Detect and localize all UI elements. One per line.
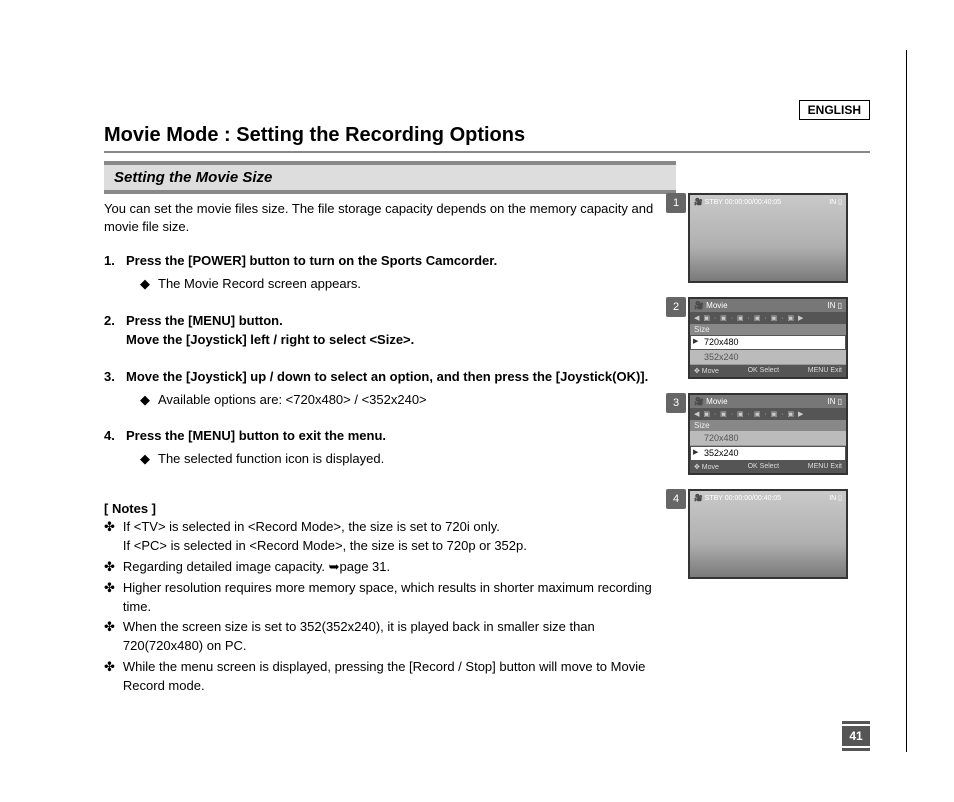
- screen-2-sizelabel: Size: [690, 324, 846, 335]
- section-subhead: Setting the Movie Size: [104, 161, 676, 194]
- text-column: Setting the Movie Size You can set the m…: [104, 161, 676, 698]
- step-1-main: Press the [POWER] button to turn on the …: [126, 252, 676, 271]
- screen-3-foot-move: ✥ Move: [694, 463, 719, 471]
- screen-2-header: 🎥 Movie IN ▯: [690, 299, 846, 312]
- note-2: ✤ Regarding detailed image capacity. ➥pa…: [104, 558, 676, 577]
- step-1-sub-text: The Movie Record screen appears.: [158, 275, 361, 294]
- steps-list: Press the [POWER] button to turn on the …: [104, 252, 676, 469]
- figure-4: 4 🎥 STBY 00:00:00/00:40:05 IN ▯: [688, 489, 870, 579]
- screen-1: 🎥 STBY 00:00:00/00:40:05 IN ▯: [688, 193, 848, 283]
- screen-4-storage: IN ▯: [829, 494, 842, 502]
- page-title: Movie Mode : Setting the Recording Optio…: [104, 124, 870, 147]
- screen-1-status: 🎥 STBY 00:00:00/00:40:05: [694, 198, 781, 206]
- note-3-text: Higher resolution requires more memory s…: [123, 579, 676, 617]
- screen-3-opt-352: 352x240: [690, 446, 846, 461]
- maltese-icon: ✤: [104, 658, 115, 696]
- page-edge: [906, 50, 907, 752]
- figure-2-tab: 2: [666, 297, 686, 317]
- page-number: 41: [842, 726, 870, 746]
- screen-3-header: 🎥 Movie IN ▯: [690, 395, 846, 408]
- screen-1-photo: 🎥 STBY 00:00:00/00:40:05 IN ▯: [690, 195, 846, 281]
- diamond-icon: ◆: [140, 450, 150, 469]
- note-5: ✤ While the menu screen is displayed, pr…: [104, 658, 676, 696]
- step-3-sub-text: Available options are: <720x480> / <352x…: [158, 391, 427, 410]
- screen-3-foot-exit: MENU Exit: [808, 463, 842, 471]
- screen-2-foot-exit: MENU Exit: [808, 367, 842, 375]
- note-3: ✤ Higher resolution requires more memory…: [104, 579, 676, 617]
- screen-3-opt-720: 720x480: [690, 431, 846, 446]
- note-4-text: When the screen size is set to 352(352x2…: [123, 618, 676, 656]
- screen-2-mode: 🎥 Movie: [694, 301, 728, 310]
- screen-3-footer: ✥ Move OK Select MENU Exit: [690, 461, 846, 473]
- screen-2-foot-select: OK Select: [748, 367, 780, 375]
- note-4: ✤ When the screen size is set to 352(352…: [104, 618, 676, 656]
- language-badge: ENGLISH: [799, 100, 870, 120]
- step-1: Press the [POWER] button to turn on the …: [104, 252, 676, 294]
- step-3-main: Move the [Joystick] up / down to select …: [126, 368, 676, 387]
- step-2-line1: Press the [MENU] button.: [126, 312, 676, 331]
- figure-column: 1 🎥 STBY 00:00:00/00:40:05 IN ▯ 2 🎥 Movi…: [688, 161, 870, 698]
- note-1b: If <PC> is selected in <Record Mode>, th…: [123, 538, 527, 553]
- diamond-icon: ◆: [140, 275, 150, 294]
- screen-2: 🎥 Movie IN ▯ ◀ ▣ · ▣ · ▣ · ▣ · ▣ · ▣ ▶ S…: [688, 297, 848, 379]
- figure-1-tab: 1: [666, 193, 686, 213]
- screen-4: 🎥 STBY 00:00:00/00:40:05 IN ▯: [688, 489, 848, 579]
- figure-4-tab: 4: [666, 489, 686, 509]
- screen-3-sizelabel: Size: [690, 420, 846, 431]
- step-4-sub-text: The selected function icon is displayed.: [158, 450, 384, 469]
- screen-3-storage: IN ▯: [827, 397, 842, 406]
- screen-2-foot-move: ✥ Move: [694, 367, 719, 375]
- step-4-sub: ◆ The selected function icon is displaye…: [126, 450, 676, 469]
- screen-4-status: 🎥 STBY 00:00:00/00:40:05: [694, 494, 781, 502]
- maltese-icon: ✤: [104, 558, 115, 577]
- content-row: Setting the Movie Size You can set the m…: [104, 161, 870, 698]
- screen-2-opt-352: 352x240: [690, 350, 846, 365]
- step-1-sub: ◆ The Movie Record screen appears.: [126, 275, 676, 294]
- step-4: Press the [MENU] button to exit the menu…: [104, 427, 676, 469]
- screen-3-iconrow: ◀ ▣ · ▣ · ▣ · ▣ · ▣ · ▣ ▶: [690, 408, 846, 420]
- screen-2-opt-720: 720x480: [690, 335, 846, 350]
- figure-3: 3 🎥 Movie IN ▯ ◀ ▣ · ▣ · ▣ · ▣ · ▣ · ▣ ▶…: [688, 393, 870, 475]
- note-1: ✤ If <TV> is selected in <Record Mode>, …: [104, 518, 676, 556]
- note-1a: If <TV> is selected in <Record Mode>, th…: [123, 519, 500, 534]
- screen-3-mode: 🎥 Movie: [694, 397, 728, 406]
- screen-3: 🎥 Movie IN ▯ ◀ ▣ · ▣ · ▣ · ▣ · ▣ · ▣ ▶ S…: [688, 393, 848, 475]
- maltese-icon: ✤: [104, 518, 115, 556]
- maltese-icon: ✤: [104, 618, 115, 656]
- screen-3-foot-select: OK Select: [748, 463, 780, 471]
- notes-list: ✤ If <TV> is selected in <Record Mode>, …: [104, 518, 676, 696]
- maltese-icon: ✤: [104, 579, 115, 617]
- screen-2-footer: ✥ Move OK Select MENU Exit: [690, 365, 846, 377]
- screen-4-photo: 🎥 STBY 00:00:00/00:40:05 IN ▯: [690, 491, 846, 577]
- screen-2-iconrow: ◀ ▣ · ▣ · ▣ · ▣ · ▣ · ▣ ▶: [690, 312, 846, 324]
- screen-4-overlay: 🎥 STBY 00:00:00/00:40:05 IN ▯: [694, 494, 842, 502]
- page-frame: ENGLISH Movie Mode : Setting the Recordi…: [48, 50, 906, 752]
- note-5-text: While the menu screen is displayed, pres…: [123, 658, 676, 696]
- screen-1-overlay: 🎥 STBY 00:00:00/00:40:05 IN ▯: [694, 198, 842, 206]
- figure-3-tab: 3: [666, 393, 686, 413]
- title-underline: [104, 151, 870, 153]
- step-3-sub: ◆ Available options are: <720x480> / <35…: [126, 391, 676, 410]
- screen-1-storage: IN ▯: [829, 198, 842, 206]
- figure-1: 1 🎥 STBY 00:00:00/00:40:05 IN ▯: [688, 193, 870, 283]
- screen-2-storage: IN ▯: [827, 301, 842, 310]
- note-2-text: Regarding detailed image capacity. ➥page…: [123, 558, 390, 577]
- step-3: Move the [Joystick] up / down to select …: [104, 368, 676, 410]
- intro-text: You can set the movie files size. The fi…: [104, 200, 676, 236]
- step-2-line2: Move the [Joystick] left / right to sele…: [126, 331, 676, 350]
- note-1-text: If <TV> is selected in <Record Mode>, th…: [123, 518, 527, 556]
- step-2: Press the [MENU] button. Move the [Joyst…: [104, 312, 676, 350]
- notes-heading: [ Notes ]: [104, 501, 676, 516]
- step-4-main: Press the [MENU] button to exit the menu…: [126, 427, 676, 446]
- figure-2: 2 🎥 Movie IN ▯ ◀ ▣ · ▣ · ▣ · ▣ · ▣ · ▣ ▶…: [688, 297, 870, 379]
- diamond-icon: ◆: [140, 391, 150, 410]
